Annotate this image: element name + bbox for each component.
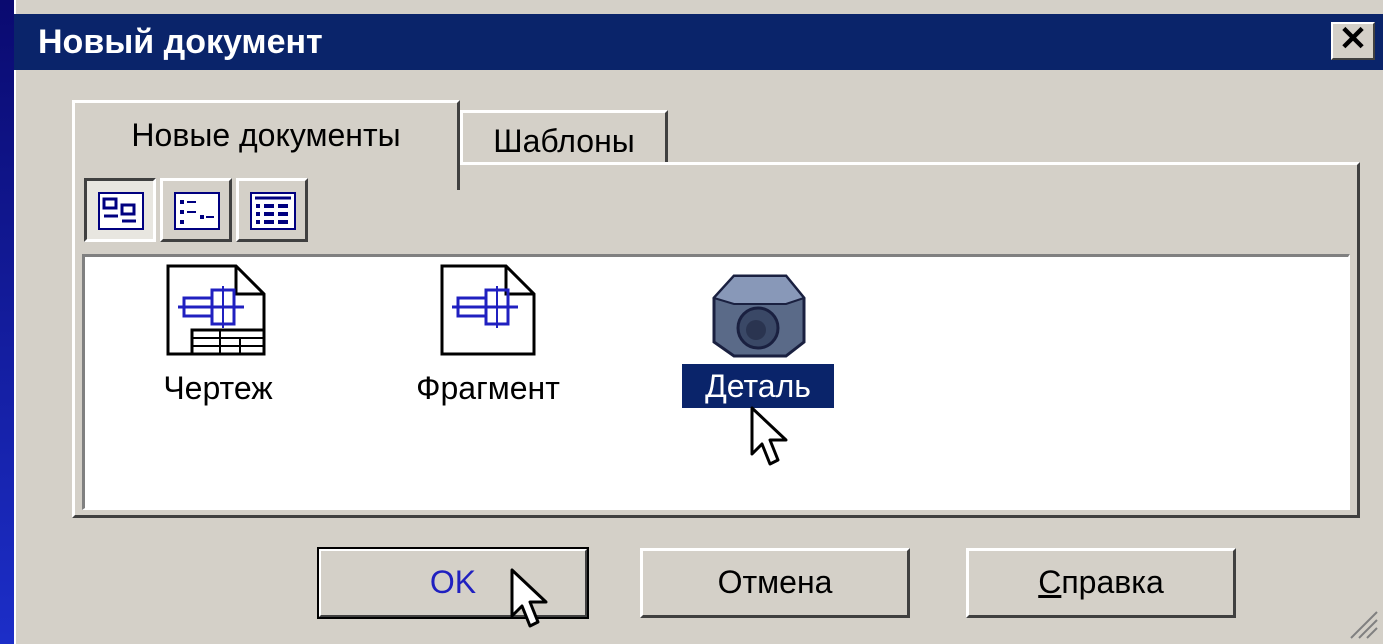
list-view-button[interactable] [160, 178, 232, 242]
mouse-cursor-icon [750, 406, 788, 466]
part-3d-icon[interactable] [706, 268, 806, 363]
item-label-fragment[interactable]: Фрагмент [388, 366, 588, 410]
details-view-button[interactable] [236, 178, 308, 242]
window-title: Новый документ [38, 23, 323, 61]
large-icons-view-button[interactable] [84, 178, 156, 242]
mouse-cursor-icon-ok [510, 568, 548, 628]
large-icons-view-icon [98, 192, 144, 230]
title-bar: Новый документ ✕ [14, 14, 1383, 70]
item-label-drawing[interactable]: Чертеж [140, 366, 296, 410]
tab-new-documents[interactable]: Новые документы [72, 100, 460, 190]
cancel-button[interactable]: Отмена [640, 548, 910, 618]
drawing-document-icon[interactable] [166, 264, 266, 361]
help-button[interactable]: Справка [966, 548, 1236, 618]
resize-grip-icon[interactable] [1345, 606, 1379, 640]
close-icon: ✕ [1338, 20, 1368, 58]
item-label-part[interactable]: Деталь [682, 364, 834, 408]
list-view-icon [174, 192, 220, 230]
details-view-icon [250, 192, 296, 230]
fragment-document-icon[interactable] [440, 264, 536, 361]
close-button[interactable]: ✕ [1331, 22, 1375, 60]
